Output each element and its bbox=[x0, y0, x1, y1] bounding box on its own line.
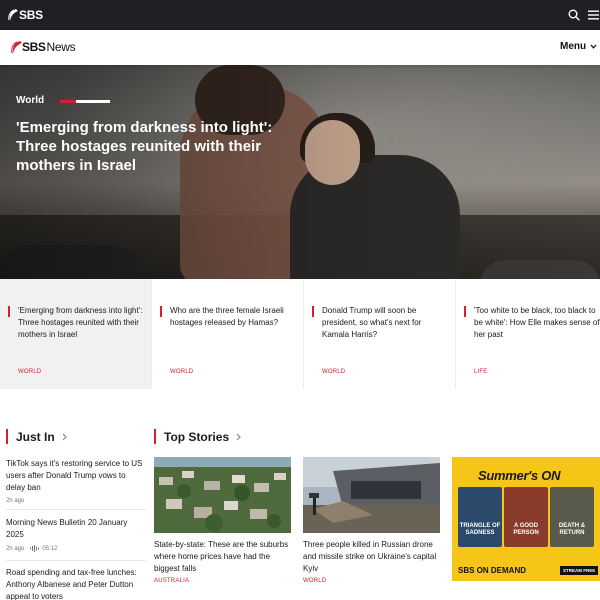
just-in-item[interactable]: TikTok says it's restoring service to US… bbox=[6, 458, 146, 504]
story-image-suburbs bbox=[154, 457, 291, 533]
just-in-headline: Morning News Bulletin 20 January 2025 bbox=[6, 518, 128, 539]
just-in-time: 2h ago bbox=[6, 545, 25, 552]
promo-poster-title: A GOOD PERSON bbox=[513, 523, 539, 536]
promo-poster-title: DEATH & RETURN bbox=[558, 523, 586, 536]
promo-footer: SBS ON DEMAND STREAM FREE bbox=[452, 560, 600, 581]
just-in-headline: TikTok says it's restoring service to US… bbox=[6, 459, 143, 492]
just-in-headline: Road spending and tax-free lunches: Anth… bbox=[6, 568, 137, 600]
sbs-on-demand-ad[interactable]: Summer's ON TRIANGLE OF SADNESS A GOOD P… bbox=[452, 457, 600, 581]
strip-card-title: 'Too white to be black, too black to be … bbox=[474, 306, 600, 339]
search-icon[interactable] bbox=[568, 9, 580, 21]
promo-poster bbox=[458, 487, 502, 547]
promo-ondemand-logo: SBS ON DEMAND bbox=[458, 566, 527, 575]
just-in-title: Just In bbox=[16, 429, 55, 444]
divider bbox=[6, 509, 146, 510]
audio-wave-icon bbox=[30, 545, 40, 552]
chevron-right-icon bbox=[236, 433, 241, 440]
top-stories-header[interactable]: Top Stories bbox=[154, 429, 241, 444]
strip-card[interactable]: 'Emerging from darkness into light': Thr… bbox=[0, 279, 152, 389]
strip-card-title: Donald Trump will soon be president, so … bbox=[322, 306, 422, 339]
hero-story[interactable]: World 'Emerging from darkness into light… bbox=[0, 65, 600, 279]
strip-card-tag: WORLD bbox=[170, 369, 194, 375]
hamburger-icon[interactable] bbox=[588, 10, 599, 20]
accent-bar bbox=[312, 306, 314, 317]
hero-headline[interactable]: 'Emerging from darkness into light': Thr… bbox=[16, 118, 316, 175]
top-story-card[interactable]: State-by-state: These are the suburbs wh… bbox=[154, 457, 291, 584]
top-story-tag: WORLD bbox=[303, 578, 327, 584]
top-bar: SBS bbox=[0, 0, 600, 30]
top-story-card[interactable]: Three people killed in Russian drone and… bbox=[303, 457, 440, 584]
strip-card-title: Who are the three female Israeli hostage… bbox=[170, 306, 284, 327]
just-in-meta: 2h ago bbox=[6, 498, 146, 504]
menu-label: Menu bbox=[560, 41, 587, 52]
hero-category[interactable]: World bbox=[16, 95, 44, 106]
brand-sbs: SBS bbox=[22, 40, 46, 54]
sbs-swoosh-icon bbox=[8, 9, 18, 21]
strip-card-tag: WORLD bbox=[322, 369, 346, 375]
story-strip: 'Emerging from darkness into light': Thr… bbox=[0, 279, 600, 389]
sbs-swoosh-icon bbox=[11, 40, 22, 54]
top-story-headline: Three people killed in Russian drone and… bbox=[303, 540, 437, 573]
just-in-meta: 2h ago 05:12 bbox=[6, 545, 146, 552]
strip-card-tag: WORLD bbox=[18, 369, 42, 375]
strip-card[interactable]: Who are the three female Israeli hostage… bbox=[152, 279, 304, 389]
just-in-item[interactable]: Road spending and tax-free lunches: Anth… bbox=[6, 567, 146, 600]
just-in-time: 2h ago bbox=[6, 498, 25, 504]
sbs-news-logo[interactable]: SBS News bbox=[11, 40, 76, 54]
accent-bar bbox=[6, 429, 8, 444]
accent-bar bbox=[464, 306, 466, 317]
strip-card-tag: LIFE bbox=[474, 369, 488, 375]
hero-progress bbox=[60, 100, 110, 103]
news-header: SBS News Menu bbox=[0, 30, 600, 65]
promo-title: Summer's ON bbox=[478, 468, 561, 483]
promo-poster bbox=[504, 487, 548, 547]
sbs-logo-text: SBS bbox=[19, 8, 43, 22]
chevron-right-icon bbox=[62, 433, 67, 440]
promo-poster bbox=[550, 487, 594, 547]
divider bbox=[6, 560, 146, 561]
top-story-tag: AUSTRALIA bbox=[154, 578, 190, 584]
just-in-item[interactable]: Morning News Bulletin 20 January 2025 2h… bbox=[6, 517, 146, 552]
top-stories-title: Top Stories bbox=[164, 429, 230, 444]
brand-news: News bbox=[46, 40, 76, 54]
accent-bar bbox=[8, 306, 10, 317]
stream-free-button[interactable]: STREAM FREE bbox=[560, 566, 599, 575]
sbs-logo[interactable]: SBS bbox=[8, 8, 43, 22]
promo-poster-title: TRIANGLE OF SADNESS bbox=[459, 523, 501, 536]
menu-button[interactable]: Menu bbox=[560, 41, 597, 52]
audio-duration: 05:12 bbox=[42, 545, 58, 552]
story-image-kyiv bbox=[303, 457, 440, 533]
chevron-down-icon bbox=[590, 44, 597, 49]
accent-bar bbox=[160, 306, 162, 317]
accent-bar bbox=[154, 429, 156, 444]
top-story-headline: State-by-state: These are the suburbs wh… bbox=[154, 540, 289, 573]
strip-card[interactable]: 'Too white to be black, too black to be … bbox=[456, 279, 600, 389]
strip-card-title: 'Emerging from darkness into light': Thr… bbox=[18, 306, 143, 339]
just-in-header[interactable]: Just In bbox=[6, 429, 67, 444]
strip-card[interactable]: Donald Trump will soon be president, so … bbox=[304, 279, 456, 389]
